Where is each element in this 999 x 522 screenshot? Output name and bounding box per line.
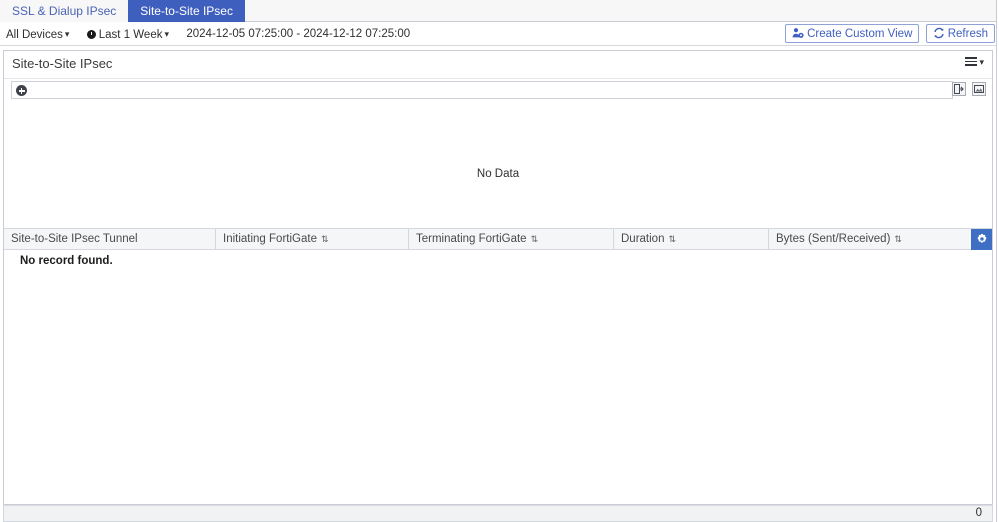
refresh-button[interactable]: Refresh <box>925 24 995 43</box>
column-label: Site-to-Site IPsec Tunnel <box>11 233 138 245</box>
time-range-value: 2024-12-05 07:25:00 - 2024-12-12 07:25:0… <box>186 28 411 40</box>
table-empty-message: No record found. <box>20 255 113 267</box>
panel-menu-button[interactable]: ▾ <box>965 55 984 69</box>
chart-image-icon <box>974 85 984 93</box>
tab-bar: SSL & Dialup IPsec Site-to-Site IPsec <box>0 0 999 22</box>
column-label: Terminating FortiGate <box>416 233 527 245</box>
page-title: Site-to-Site IPsec <box>12 56 113 71</box>
device-scope-dropdown[interactable]: All Devices ▾ <box>0 22 69 46</box>
sort-icon[interactable]: ⇅ <box>668 229 676 250</box>
chart-empty-message: No Data <box>476 168 520 180</box>
ipsec-chart: No Data <box>4 106 992 236</box>
hamburger-menu-icon <box>965 57 978 66</box>
column-label: Duration <box>621 233 665 245</box>
chevron-down-icon: ▾ <box>979 57 984 67</box>
tab-ssl-dialup-ipsec[interactable]: SSL & Dialup IPsec <box>0 0 129 22</box>
export-icon <box>954 84 964 94</box>
refresh-icon <box>934 27 944 39</box>
time-range-dropdown[interactable]: Last 1 Week ▾ <box>73 22 169 46</box>
search-row <box>4 79 992 106</box>
chart-image-button[interactable] <box>972 82 986 96</box>
column-header-terminating-fortigate[interactable]: Terminating FortiGate ⇅ <box>409 229 614 250</box>
status-bar: 0 <box>3 505 993 522</box>
sort-icon[interactable]: ⇅ <box>321 229 329 250</box>
export-button[interactable] <box>952 82 966 96</box>
filter-bar: All Devices ▾ Last 1 Week ▾ 2024-12-05 07:… <box>0 22 999 46</box>
chevron-down-icon: ▾ <box>164 29 170 39</box>
table-settings-button[interactable] <box>971 229 992 250</box>
add-filter-icon[interactable] <box>16 85 27 96</box>
chevron-down-icon: ▾ <box>64 29 70 39</box>
device-scope-label: All Devices <box>6 29 63 41</box>
column-header-bytes[interactable]: Bytes (Sent/Received) ⇅ <box>769 229 971 250</box>
create-custom-view-button[interactable]: Create Custom View <box>785 24 920 43</box>
column-header-duration[interactable]: Duration ⇅ <box>614 229 769 250</box>
time-range-label: Last 1 Week <box>98 29 163 41</box>
column-label: Initiating FortiGate <box>223 233 317 245</box>
column-label: Bytes (Sent/Received) <box>776 233 891 245</box>
tab-site-to-site-ipsec[interactable]: Site-to-Site IPsec <box>128 0 245 22</box>
table-header-row: Site-to-Site IPsec Tunnel Initiating For… <box>4 228 992 250</box>
search-box[interactable] <box>11 81 953 100</box>
column-header-initiating-fortigate[interactable]: Initiating FortiGate ⇅ <box>216 229 409 250</box>
search-input[interactable] <box>32 82 951 100</box>
sort-icon[interactable]: ⇅ <box>894 229 902 250</box>
ipsec-tunnel-table: Site-to-Site IPsec Tunnel Initiating For… <box>4 228 992 504</box>
filter-bar-actions: Create Custom View Refresh <box>782 24 995 43</box>
panel-header: Site-to-Site IPsec ▾ <box>4 51 992 79</box>
site-to-site-ipsec-panel: Site-to-Site IPsec ▾ No Data Site-to-Sit… <box>3 50 993 505</box>
column-header-tunnel[interactable]: Site-to-Site IPsec Tunnel <box>4 229 216 250</box>
clock-icon <box>86 30 96 39</box>
refresh-label: Refresh <box>947 28 988 40</box>
sort-icon[interactable]: ⇅ <box>531 229 539 250</box>
create-custom-view-label: Create Custom View <box>807 28 913 40</box>
record-count: 0 <box>975 507 982 519</box>
gear-icon <box>977 233 986 243</box>
user-gear-icon <box>792 28 804 38</box>
